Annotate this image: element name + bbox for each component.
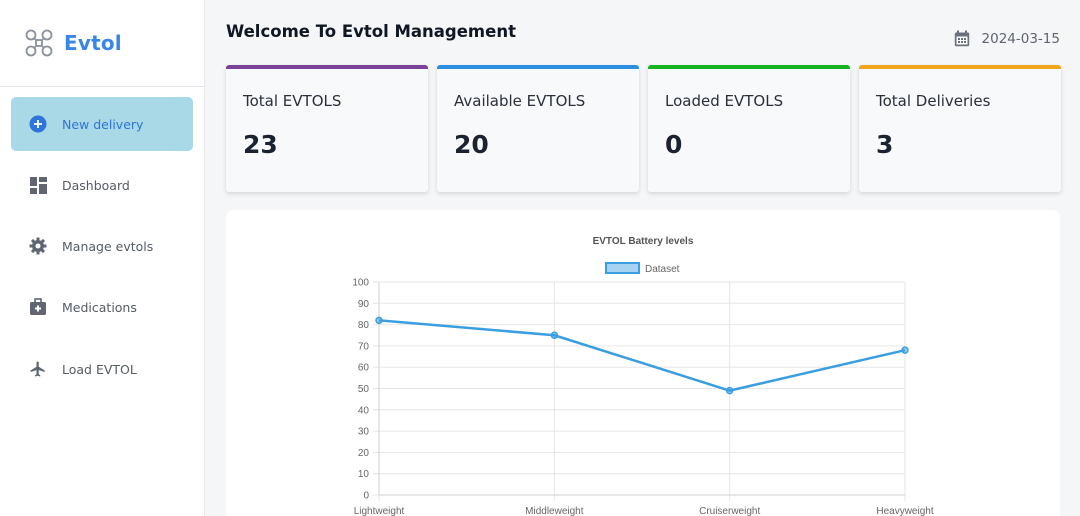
data-point <box>725 386 734 395</box>
battery-chart-panel: EVTOL Battery levels Dataset 0 10 20 30 40 50 60… <box>226 210 1060 516</box>
plus-circle-icon <box>28 114 48 134</box>
battery-line-chart: EVTOL Battery levels Dataset 0 10 20 30 40 50 60… <box>352 236 934 516</box>
x-tick-label: Middleweight <box>525 506 584 516</box>
x-tick-label: Heavyweight <box>876 506 933 516</box>
dashboard-icon <box>28 175 48 195</box>
y-tick-label: 40 <box>358 405 370 416</box>
sidebar-item-new-delivery[interactable]: New delivery <box>11 97 193 151</box>
date-display: 2024-03-15 <box>954 30 1060 47</box>
brand-name: Evtol <box>64 31 122 55</box>
stat-card-total-deliveries: Total Deliveries 3 <box>859 65 1061 192</box>
sidebar-item-label: Manage evtols <box>62 238 154 254</box>
stat-card-label: Total EVTOLS <box>243 92 342 110</box>
x-tick-label: Cruiserweight <box>699 506 760 516</box>
brand[interactable]: Evtol <box>0 0 204 87</box>
gear-icon <box>28 236 48 256</box>
y-tick-label: 80 <box>358 320 370 331</box>
y-tick-label: 100 <box>352 278 369 289</box>
data-point <box>901 346 909 354</box>
stat-card-label: Loaded EVTOLS <box>665 92 784 110</box>
y-tick-label: 60 <box>358 363 370 374</box>
data-point <box>550 331 559 339</box>
calendar-icon <box>954 30 970 47</box>
x-tick-label: Lightweight <box>354 506 405 516</box>
stat-card-value: 3 <box>876 130 894 159</box>
page-title: Welcome To Evtol Management <box>226 22 516 41</box>
main-content: Welcome To Evtol Management 2024-03-15 T… <box>205 0 1080 516</box>
sidebar-item-medications[interactable]: Medications <box>11 280 193 334</box>
stat-card-loaded-evtols: Loaded EVTOLS 0 <box>648 65 850 192</box>
sidebar-item-label: Load EVTOL <box>62 361 137 377</box>
sidebar-item-label: Medications <box>62 299 137 315</box>
stat-card-value: 0 <box>665 130 683 159</box>
y-tick-label: 10 <box>358 469 370 480</box>
stat-card-available-evtols: Available EVTOLS 20 <box>437 65 639 192</box>
stat-card-label: Total Deliveries <box>876 92 991 110</box>
sidebar-item-label: New delivery <box>62 116 144 132</box>
stat-card-label: Available EVTOLS <box>454 92 586 110</box>
sidebar-item-manage-evtols[interactable]: Manage evtols <box>11 219 193 273</box>
chart-title: EVTOL Battery levels <box>593 236 694 247</box>
drone-icon <box>25 29 53 57</box>
y-tick-label: 0 <box>363 491 369 502</box>
legend-swatch <box>605 262 640 274</box>
sidebar-item-load-evtol[interactable]: Load EVTOL <box>11 342 193 396</box>
y-tick-label: 50 <box>358 384 370 395</box>
data-point <box>375 316 383 325</box>
medkit-icon <box>28 297 48 317</box>
y-tick-label: 90 <box>358 299 370 310</box>
stat-card-value: 20 <box>454 130 489 159</box>
series-line <box>378 319 906 392</box>
airplane-icon <box>28 359 48 379</box>
stat-card-total-evtols: Total EVTOLS 23 <box>226 65 428 192</box>
sidebar: Evtol New delivery Dashboard Manage evto… <box>0 0 205 516</box>
stat-card-value: 23 <box>243 130 278 159</box>
sidebar-item-label: Dashboard <box>62 177 130 193</box>
y-tick-label: 70 <box>358 341 370 352</box>
y-tick-label: 30 <box>358 427 370 438</box>
current-date: 2024-03-15 <box>981 30 1060 47</box>
y-tick-label: 20 <box>358 448 370 459</box>
sidebar-item-dashboard[interactable]: Dashboard <box>11 158 193 212</box>
legend-label: Dataset <box>645 264 680 275</box>
